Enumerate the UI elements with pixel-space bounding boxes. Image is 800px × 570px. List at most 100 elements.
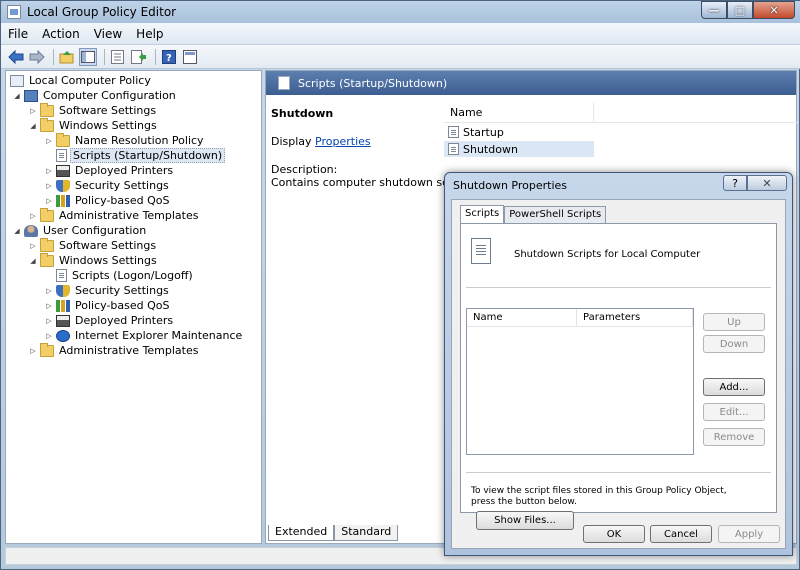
tree-item-label: Scripts (Startup/Shutdown) — [70, 148, 226, 163]
tab-powershell-scripts[interactable]: PowerShell Scripts — [504, 206, 607, 223]
dialog-close-button[interactable]: ✕ — [747, 175, 787, 191]
items-list[interactable]: Name Startup Shutdown — [444, 102, 798, 157]
scripts-table[interactable]: Name Parameters — [466, 308, 694, 455]
description-text: Contains computer shutdown scripts. — [271, 176, 477, 189]
dialog-tabs: Scripts PowerShell Scripts — [460, 205, 607, 223]
forward-arrow-icon[interactable] — [28, 48, 46, 66]
collapse-arrow-icon[interactable]: ◢ — [28, 257, 38, 265]
ok-button[interactable]: OK — [583, 525, 645, 543]
list-item-shutdown[interactable]: Shutdown — [444, 141, 594, 157]
dialog-body: Scripts PowerShell Scripts Shutdown Scri… — [451, 199, 786, 549]
menu-file[interactable]: File — [1, 27, 35, 41]
tree-item-security-settings[interactable]: ▷ Security Settings — [44, 178, 171, 193]
policy-icon — [10, 74, 24, 87]
column-header-name[interactable]: Name — [467, 309, 577, 326]
folder-icon — [40, 237, 54, 252]
back-arrow-icon[interactable] — [7, 48, 25, 66]
help-icon[interactable]: ? — [160, 48, 178, 66]
remove-button[interactable]: Remove — [703, 428, 765, 446]
tree-item-administrative-templates[interactable]: ▷ Administrative Templates — [28, 342, 201, 358]
script-icon — [448, 143, 459, 155]
list-item-label: Shutdown — [463, 142, 518, 156]
description-label: Description: — [271, 163, 338, 176]
tree-item-scripts-logon-logoff[interactable]: Scripts (Logon/Logoff) — [44, 268, 195, 283]
item-title: Shutdown — [271, 107, 334, 120]
expand-arrow-icon[interactable]: ▷ — [44, 182, 54, 190]
tree-item-name-resolution-policy[interactable]: ▷ Name Resolution Policy — [44, 132, 206, 148]
expand-arrow-icon[interactable]: ▷ — [28, 212, 38, 220]
tree-item-label: Security Settings — [75, 284, 169, 297]
info-text: To view the script files stored in this … — [471, 486, 727, 507]
tab-standard[interactable]: Standard — [334, 525, 399, 541]
edit-button[interactable]: Edit... — [703, 403, 765, 421]
tree-item-software-settings[interactable]: ▷ Software Settings — [28, 102, 158, 118]
tree-item-windows-settings[interactable]: ◢ Windows Settings — [28, 252, 159, 268]
minimize-button[interactable]: — — [701, 1, 727, 19]
tree-item-software-settings[interactable]: ▷ Software Settings — [28, 237, 158, 253]
internet-explorer-icon — [56, 329, 70, 342]
tree-item-deployed-printers[interactable]: ▷ Deployed Printers — [44, 163, 175, 178]
tab-scripts[interactable]: Scripts — [460, 205, 505, 223]
tree-item-policy-based-qos[interactable]: ▷ Policy-based QoS — [44, 298, 172, 313]
properties-link[interactable]: Properties — [315, 135, 371, 148]
expand-arrow-icon[interactable]: ▷ — [44, 332, 54, 340]
column-header-parameters[interactable]: Parameters — [577, 309, 693, 326]
up-folder-icon[interactable] — [58, 48, 76, 66]
app-icon — [7, 5, 21, 19]
expand-arrow-icon[interactable]: ▷ — [28, 242, 38, 250]
expand-arrow-icon[interactable]: ▷ — [44, 167, 54, 175]
extended-view-icon[interactable] — [181, 48, 199, 66]
tree-item-label: User Configuration — [43, 224, 147, 237]
apply-button[interactable]: Apply — [718, 525, 780, 543]
tree-item-computer-configuration[interactable]: ◢ Computer Configuration — [12, 88, 178, 103]
tree-item-label: Deployed Printers — [75, 164, 174, 177]
tree-item-internet-explorer-maintenance[interactable]: ▷ Internet Explorer Maintenance — [44, 328, 244, 343]
dialog-help-button[interactable]: ? — [723, 175, 747, 191]
shutdown-properties-dialog: Shutdown Properties ? ✕ Scripts PowerShe… — [444, 172, 793, 556]
title-bar[interactable]: Local Group Policy Editor — □ ✕ — [1, 1, 800, 23]
folder-icon — [40, 207, 54, 222]
tree-item-scripts-startup-shutdown[interactable]: Scripts (Startup/Shutdown) — [44, 148, 226, 163]
expand-arrow-icon[interactable]: ▷ — [44, 137, 54, 145]
collapse-arrow-icon[interactable]: ◢ — [12, 227, 22, 235]
cancel-button[interactable]: Cancel — [650, 525, 712, 543]
expand-arrow-icon[interactable]: ▷ — [44, 197, 54, 205]
tree-item-security-settings[interactable]: ▷ Security Settings — [44, 283, 171, 298]
dialog-title-bar[interactable]: Shutdown Properties ? ✕ — [445, 173, 792, 197]
tree-item-local-computer-policy[interactable]: Local Computer Policy — [10, 73, 153, 88]
tree-item-windows-settings[interactable]: ◢ Windows Settings — [28, 117, 159, 133]
show-files-button[interactable]: Show Files... — [476, 511, 574, 530]
extended-description: Shutdown Display Properties Description:… — [271, 107, 477, 189]
expand-arrow-icon[interactable]: ▷ — [28, 107, 38, 115]
add-button[interactable]: Add... — [703, 378, 765, 396]
menu-help[interactable]: Help — [129, 27, 170, 41]
expand-arrow-icon[interactable]: ▷ — [28, 347, 38, 355]
expand-arrow-icon[interactable]: ▷ — [44, 302, 54, 310]
details-header: Scripts (Startup/Shutdown) — [266, 71, 796, 95]
menu-view[interactable]: View — [87, 27, 129, 41]
menu-action[interactable]: Action — [35, 27, 87, 41]
console-tree[interactable]: Local Computer Policy ◢ Computer Configu… — [5, 70, 262, 544]
tree-item-deployed-printers[interactable]: ▷ Deployed Printers — [44, 313, 175, 328]
tab-extended[interactable]: Extended — [268, 525, 335, 541]
show-hide-tree-icon[interactable] — [79, 47, 97, 66]
column-header-name[interactable]: Name — [444, 102, 594, 123]
down-button[interactable]: Down — [703, 335, 765, 353]
folder-icon — [40, 117, 54, 132]
up-button[interactable]: Up — [703, 313, 765, 331]
properties-icon[interactable] — [109, 48, 127, 66]
tree-item-policy-based-qos[interactable]: ▷ Policy-based QoS — [44, 193, 172, 208]
security-icon — [56, 179, 70, 192]
expand-arrow-icon[interactable]: ▷ — [44, 317, 54, 325]
collapse-arrow-icon[interactable]: ◢ — [28, 122, 38, 130]
maximize-button[interactable]: □ — [727, 1, 753, 19]
tree-item-label: Software Settings — [59, 104, 157, 117]
collapse-arrow-icon[interactable]: ◢ — [12, 92, 22, 100]
expand-arrow-icon[interactable]: ▷ — [44, 287, 54, 295]
list-item-startup[interactable]: Startup — [444, 124, 594, 140]
export-list-icon[interactable] — [130, 48, 148, 66]
close-button[interactable]: ✕ — [753, 1, 795, 19]
tree-item-user-configuration[interactable]: ◢ User Configuration — [12, 223, 148, 238]
toolbar-separator — [155, 48, 156, 65]
tree-item-administrative-templates[interactable]: ▷ Administrative Templates — [28, 207, 201, 223]
